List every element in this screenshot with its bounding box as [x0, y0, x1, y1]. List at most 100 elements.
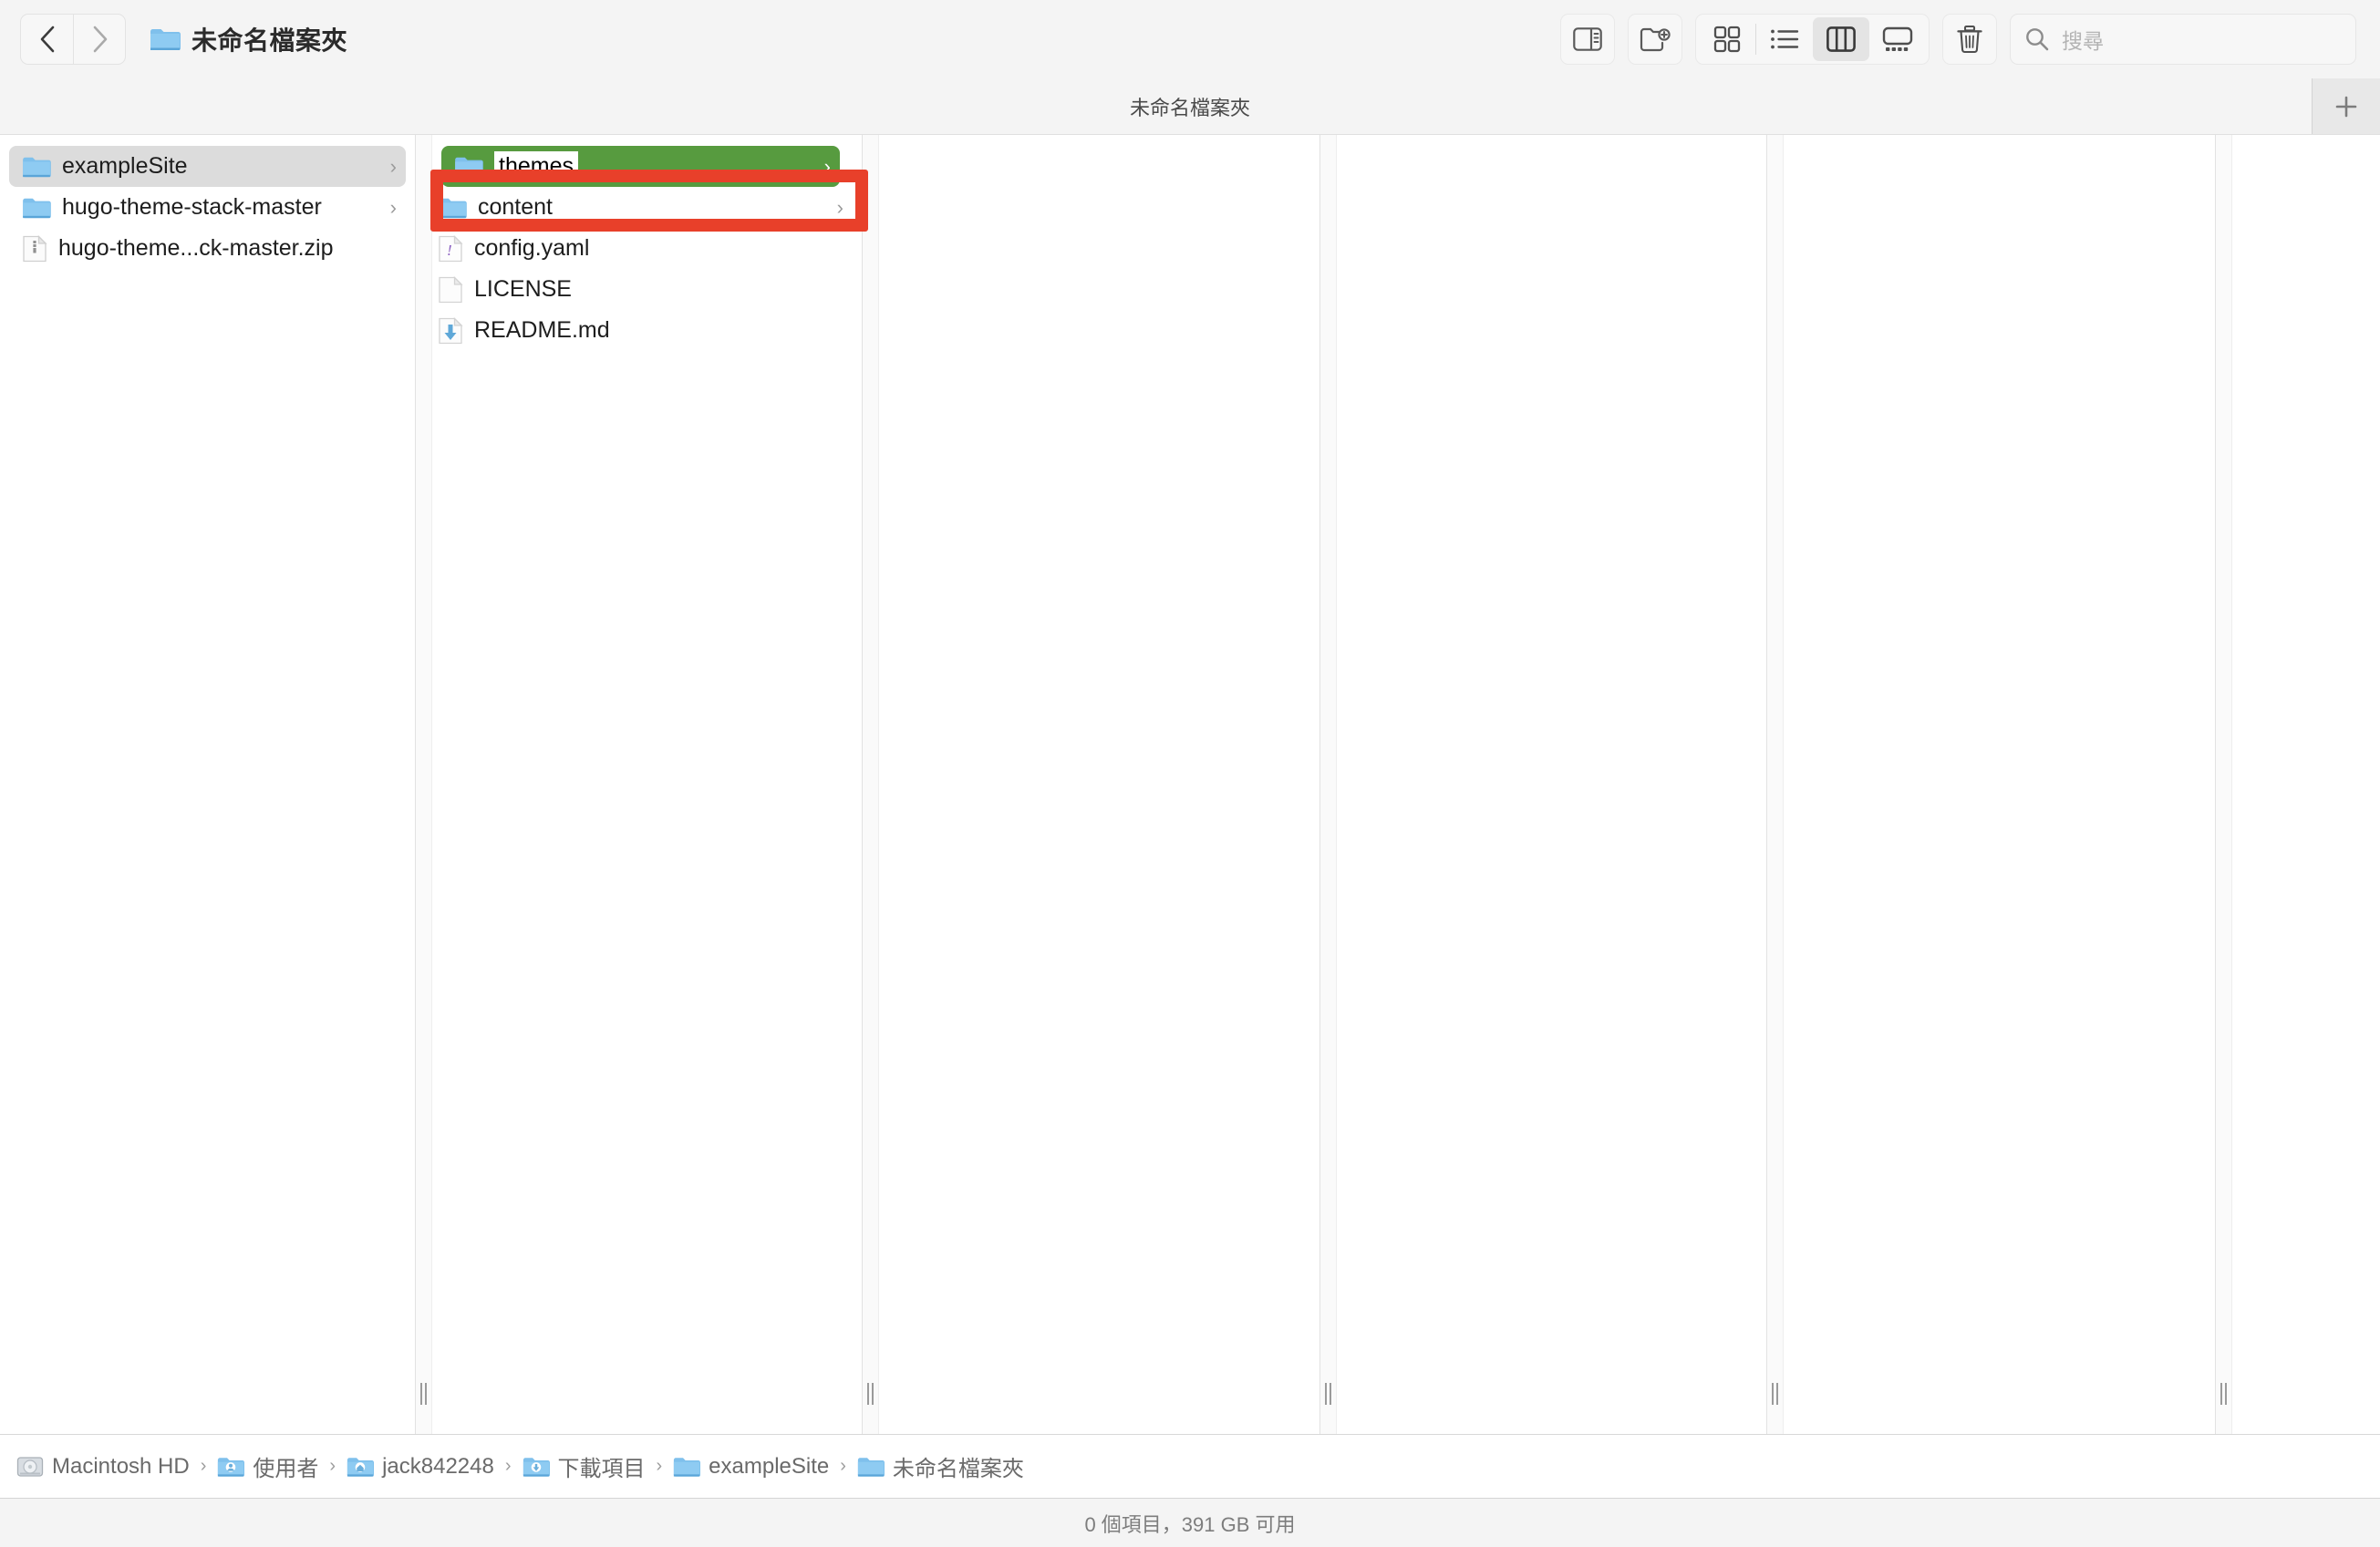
list-item[interactable]: hugo-theme-stack-master › [9, 187, 406, 228]
folder-icon [857, 1457, 885, 1477]
breadcrumb-separator: › [840, 1456, 846, 1476]
folder-icon [150, 29, 181, 50]
page-title: 未命名檔案夾 [191, 26, 348, 55]
back-button[interactable] [20, 14, 73, 65]
tab-title[interactable]: 未命名檔案夾 [1130, 92, 1250, 121]
markdown-file-icon [439, 316, 463, 344]
home-folder-icon [347, 1457, 375, 1477]
column-3 [1320, 135, 1767, 1434]
chevron-right-icon: › [389, 154, 397, 178]
column-0: exampleSite › hugo-theme-stack-master › [0, 135, 416, 1434]
folder-icon [23, 157, 51, 177]
add-tab-button[interactable] [2312, 78, 2380, 134]
view-list-button[interactable] [1756, 17, 1813, 61]
item-name: exampleSite [62, 153, 188, 179]
toolbar: 未命名檔案夾 搜尋 [0, 0, 2380, 78]
breadcrumb-item-macintosh-hd[interactable]: Macintosh HD [16, 1454, 190, 1480]
resize-grip-icon [420, 1383, 428, 1405]
window-title-group: 未命名檔案夾 [150, 21, 347, 57]
chevron-right-icon: › [389, 195, 397, 219]
trash-button[interactable] [1942, 14, 1997, 65]
column-view-icon [1826, 26, 1856, 52]
list-item[interactable]: README.md [425, 310, 853, 351]
search-placeholder: 搜尋 [2062, 29, 2104, 53]
breadcrumb-label: exampleSite [709, 1453, 830, 1479]
list-view-icon [1771, 29, 1799, 49]
breadcrumb-label: jack842248 [382, 1453, 494, 1479]
item-name: content [478, 194, 554, 220]
search-field[interactable]: 搜尋 [2010, 14, 2356, 65]
chevron-right-icon: › [836, 195, 843, 219]
breadcrumb-label: 使用者 [253, 1457, 319, 1481]
plain-file-icon [439, 275, 463, 303]
column-2 [863, 135, 1320, 1434]
tab-bar: 未命名檔案夾 [0, 78, 2380, 135]
nav-button-group [20, 14, 126, 65]
view-gallery-button[interactable] [1869, 17, 1926, 61]
search-icon [2026, 28, 2049, 51]
breadcrumb-item-users[interactable]: 使用者 [217, 1450, 318, 1482]
breadcrumb-label: 下載項目 [557, 1457, 646, 1481]
resize-grip-icon [2220, 1383, 2228, 1405]
breadcrumb-item-current-folder[interactable]: 未命名檔案夾 [857, 1450, 1024, 1482]
folder-icon [674, 1457, 701, 1477]
column-resize-handle[interactable] [863, 135, 879, 1434]
rename-input[interactable]: themes [494, 151, 578, 181]
list-item[interactable]: exampleSite › [9, 146, 406, 187]
list-item[interactable]: LICENSE [425, 269, 853, 310]
list-item[interactable]: hugo-theme...ck-master.zip [9, 228, 406, 269]
column-5 [2216, 135, 2380, 1434]
column-1: themes › content › ! config.yaml LICENSE… [416, 135, 863, 1434]
folder-icon [439, 198, 467, 218]
breadcrumb-item-downloads[interactable]: 下載項目 [523, 1450, 646, 1482]
chevron-right-icon [93, 26, 108, 53]
view-icon-button[interactable] [1699, 17, 1755, 61]
yaml-file-icon: ! [439, 234, 463, 262]
folder-icon [23, 198, 51, 218]
forward-button[interactable] [73, 14, 126, 65]
plus-icon [2335, 96, 2357, 117]
status-text: 0 個項目，391 GB 可用 [1084, 1512, 1296, 1536]
users-folder-icon [218, 1457, 245, 1477]
chevron-left-icon [40, 26, 54, 53]
resize-grip-icon [867, 1383, 874, 1405]
item-name: LICENSE [474, 276, 572, 302]
breadcrumb-item-examplesite[interactable]: exampleSite [673, 1454, 829, 1480]
list-item[interactable]: ! config.yaml [425, 228, 853, 269]
path-bar: Macintosh HD › 使用者 › jack842248 › 下載項目 ›… [0, 1435, 2380, 1499]
breadcrumb-separator: › [200, 1456, 207, 1476]
column-resize-handle[interactable] [2216, 135, 2232, 1434]
column-resize-handle[interactable] [1320, 135, 1337, 1434]
item-name: README.md [474, 317, 610, 343]
view-mode-segmented-control [1695, 14, 1930, 65]
breadcrumb-label: Macintosh HD [52, 1453, 190, 1479]
item-name: config.yaml [474, 235, 590, 261]
new-folder-button[interactable] [1628, 14, 1682, 65]
breadcrumb-label: 未命名檔案夾 [892, 1457, 1024, 1481]
breadcrumb-separator: › [656, 1456, 663, 1476]
grid-view-icon [1713, 26, 1741, 53]
sidebar-toggle-button[interactable] [1560, 14, 1615, 65]
column-resize-handle[interactable] [1767, 135, 1784, 1434]
breadcrumb-separator: › [504, 1456, 512, 1476]
item-name: hugo-theme-stack-master [62, 194, 322, 220]
breadcrumb-separator: › [329, 1456, 336, 1476]
zip-file-icon [23, 234, 47, 262]
downloads-folder-icon [523, 1457, 550, 1477]
list-item[interactable]: content › [425, 187, 853, 228]
view-column-button[interactable] [1813, 17, 1869, 61]
toolbar-right-group: 搜尋 [1560, 0, 2356, 78]
status-bar: 0 個項目，391 GB 可用 [0, 1499, 2380, 1547]
resize-grip-icon [1772, 1383, 1779, 1405]
breadcrumb-item-jack842248[interactable]: jack842248 [347, 1454, 494, 1480]
chevron-right-icon: › [823, 154, 831, 178]
hard-disk-icon [16, 1456, 44, 1477]
list-item[interactable]: themes › [441, 146, 840, 187]
trash-icon [1957, 25, 1982, 54]
new-folder-icon [1640, 27, 1671, 52]
resize-grip-icon [1325, 1383, 1332, 1405]
column-browser: exampleSite › hugo-theme-stack-master › [0, 135, 2380, 1435]
gallery-view-icon [1882, 26, 1913, 51]
svg-text:!: ! [447, 242, 452, 259]
finder-window: 未命名檔案夾 搜尋 未命名檔案夾 exampleSite › hugo-them… [0, 0, 2380, 1547]
